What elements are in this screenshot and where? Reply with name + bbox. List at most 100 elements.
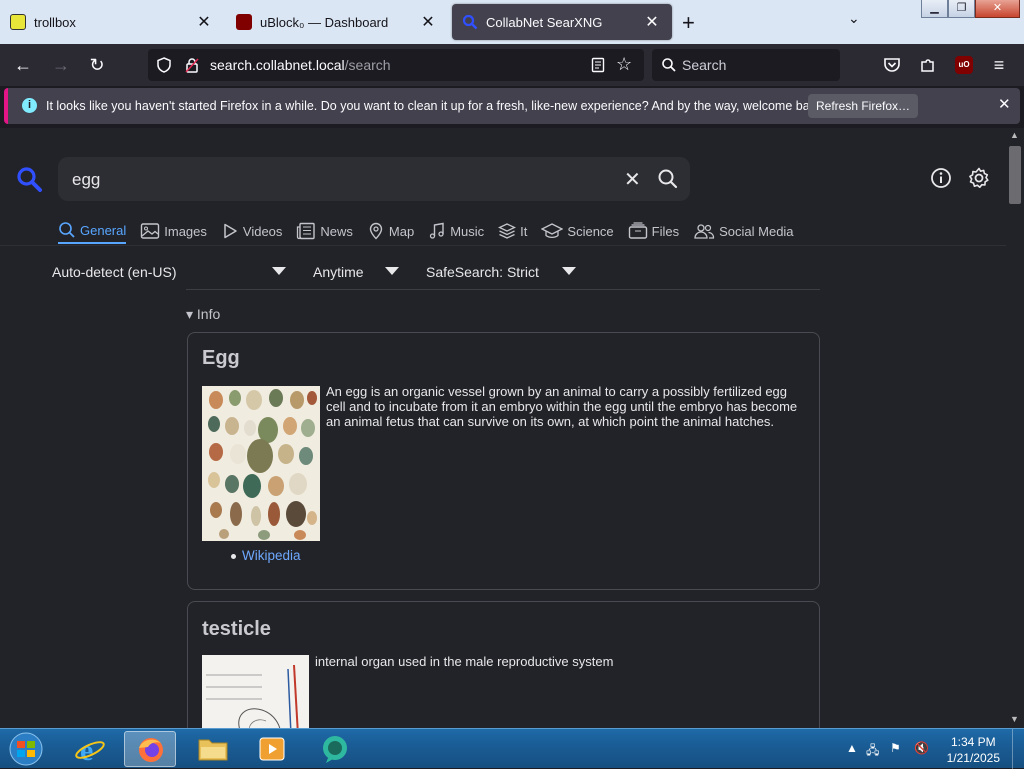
tracking-protection-shield-icon[interactable] <box>156 57 172 73</box>
language-select[interactable]: Auto-detect (en-US) <box>52 264 292 280</box>
start-button-windows-logo-icon[interactable] <box>6 731 46 767</box>
files-icon <box>628 222 647 239</box>
taskbar-internet-explorer[interactable]: e <box>64 731 116 767</box>
volume-muted-icon[interactable]: 🔇 <box>914 741 929 755</box>
image-icon <box>141 223 160 239</box>
tab-general[interactable]: General <box>58 218 127 244</box>
language-value: Auto-detect (en-US) <box>52 264 177 280</box>
media-player-icon <box>259 737 285 761</box>
close-window-button[interactable]: ✕ <box>975 0 1020 18</box>
ublock-extension-icon[interactable]: uO <box>955 56 973 74</box>
testicle-anatomy-image <box>202 655 309 728</box>
pocket-icon[interactable] <box>883 56 901 74</box>
web-search-box[interactable]: Search <box>652 49 840 81</box>
ublock-favicon-icon <box>236 14 252 30</box>
search-query-box[interactable]: egg ✕ <box>58 157 690 201</box>
tab-label: It <box>520 223 528 239</box>
restore-window-button[interactable]: ❐ <box>948 0 975 18</box>
preferences-gear-icon[interactable] <box>967 166 991 190</box>
taskbar-firefox[interactable] <box>124 731 176 767</box>
egg-illustration-image <box>202 386 320 541</box>
tab-science[interactable]: Science <box>541 218 614 244</box>
graduation-cap-icon <box>541 223 564 239</box>
scroll-down-arrow-icon[interactable]: ▼ <box>1010 714 1019 724</box>
search-submit-icon[interactable] <box>656 167 680 191</box>
url-text: search.collabnet.local/search <box>210 57 391 73</box>
filters-divider <box>186 289 820 290</box>
tab-label: Images <box>164 223 207 239</box>
tab-ublock-dashboard[interactable]: uBlock₀ — Dashboard ✕ <box>226 4 448 40</box>
search-icon <box>59 222 75 238</box>
system-clock[interactable]: 1:34 PM 1/21/2025 <box>947 734 1000 766</box>
action-center-flag-icon[interactable]: ⚑ <box>890 741 901 755</box>
tab-map[interactable]: Map <box>367 218 414 244</box>
internet-explorer-icon: e <box>75 734 105 764</box>
back-arrow-icon[interactable]: ← <box>12 55 34 75</box>
show-hidden-icons-icon[interactable]: ▲ <box>846 741 858 755</box>
minimize-window-button[interactable]: ▁ <box>921 0 948 18</box>
extensions-puzzle-icon[interactable] <box>919 56 937 74</box>
close-tab-icon[interactable]: ✕ <box>642 12 662 32</box>
scroll-up-arrow-icon[interactable]: ▲ <box>1010 130 1019 140</box>
taskbar-media-player[interactable] <box>246 731 298 767</box>
tab-videos[interactable]: Videos <box>221 218 282 244</box>
tab-title: uBlock₀ — Dashboard <box>260 14 389 30</box>
tab-trollbox[interactable]: trollbox ✕ <box>0 4 224 40</box>
tab-images[interactable]: Images <box>140 218 207 244</box>
tab-label: Files <box>651 223 680 239</box>
chevron-down-icon <box>562 267 576 275</box>
play-icon <box>224 223 237 239</box>
show-desktop-button[interactable] <box>1012 729 1024 769</box>
time-range-select[interactable]: Anytime <box>313 264 407 280</box>
refresh-firefox-button[interactable]: Refresh Firefox… <box>808 94 918 118</box>
tab-news[interactable]: News <box>296 218 353 244</box>
safesearch-select[interactable]: SafeSearch: Strict <box>426 264 578 280</box>
map-pin-icon <box>369 222 383 240</box>
tab-collabnet-searxng[interactable]: CollabNet SearXNG ✕ <box>452 4 672 40</box>
firefox-icon <box>139 738 163 762</box>
insecure-lock-icon[interactable] <box>184 57 200 73</box>
tab-label: General <box>80 222 127 238</box>
forward-arrow-icon[interactable]: → <box>50 55 72 75</box>
clear-search-icon[interactable]: ✕ <box>624 167 641 192</box>
searxng-logo-icon[interactable] <box>16 166 42 192</box>
close-notification-icon[interactable]: ✕ <box>998 95 1011 113</box>
new-tab-button[interactable]: + <box>682 10 695 36</box>
hamburger-menu-icon[interactable]: ≡ <box>988 55 1010 75</box>
page-scrollbar[interactable]: ▲ ▼ <box>1006 128 1024 728</box>
list-all-tabs-chevron-icon[interactable]: ⌄ <box>848 10 860 27</box>
music-note-icon <box>430 222 444 239</box>
tab-label: Science <box>567 223 614 239</box>
notification-message: It looks like you haven't started Firefo… <box>46 99 826 113</box>
infobox-description: An egg is an organic vessel grown by an … <box>326 384 798 429</box>
info-section-toggle[interactable]: ▾ Info <box>186 306 220 323</box>
tab-it[interactable]: It <box>498 218 527 244</box>
wikipedia-link[interactable]: Wikipedia <box>242 548 301 563</box>
trollbox-favicon-icon <box>10 14 26 30</box>
reader-view-icon[interactable] <box>590 57 606 73</box>
chevron-down-icon <box>385 267 399 275</box>
searxng-results-page: egg ✕ General Images Videos News Map Mus… <box>0 128 1006 728</box>
address-bar[interactable]: search.collabnet.local/search ☆ <box>148 49 644 81</box>
tab-strip: trollbox ✕ uBlock₀ — Dashboard ✕ CollabN… <box>0 0 1024 44</box>
tab-files[interactable]: Files <box>628 218 679 244</box>
network-icon[interactable]: 🖧 <box>866 741 879 762</box>
about-info-icon[interactable] <box>929 166 953 190</box>
newspaper-icon <box>297 222 316 240</box>
taskbar-chat-app[interactable] <box>310 731 362 767</box>
close-tab-icon[interactable]: ✕ <box>194 12 214 32</box>
reload-icon[interactable]: ↻ <box>86 55 108 75</box>
infobox-title: Egg <box>202 347 240 369</box>
infobox-title: testicle <box>202 618 271 640</box>
bookmark-star-icon[interactable]: ☆ <box>616 54 632 75</box>
scrollbar-thumb[interactable] <box>1009 146 1021 204</box>
taskbar-file-explorer[interactable] <box>186 731 238 767</box>
url-path: /search <box>344 57 391 73</box>
tab-social-media[interactable]: Social Media <box>693 218 794 244</box>
tab-label: Social Media <box>719 223 794 239</box>
search-input[interactable]: egg <box>72 170 100 190</box>
tab-music[interactable]: Music <box>428 218 484 244</box>
search-placeholder: Search <box>682 57 727 73</box>
tab-label: Map <box>388 223 415 239</box>
close-tab-icon[interactable]: ✕ <box>418 12 438 32</box>
